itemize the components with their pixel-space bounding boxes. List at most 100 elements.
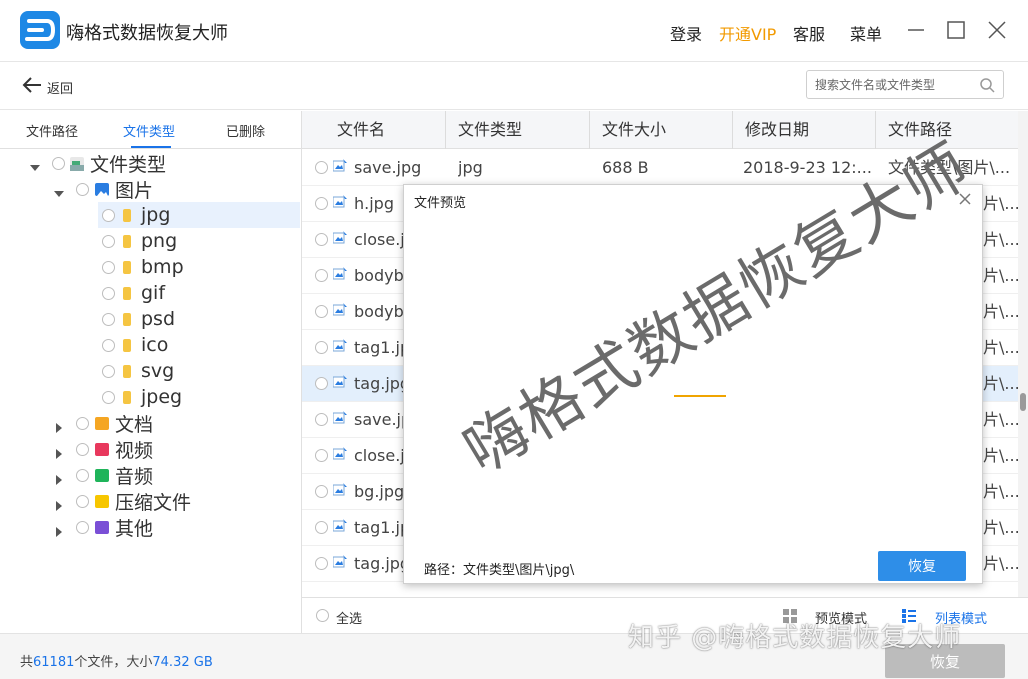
cell-file-path: 片\... <box>983 194 1018 213</box>
row-checkbox[interactable] <box>315 341 328 354</box>
search-input[interactable] <box>815 76 975 94</box>
row-checkbox[interactable] <box>315 557 328 570</box>
tree-checkbox[interactable] <box>76 416 89 430</box>
tree-checkbox[interactable] <box>76 442 89 456</box>
expand-arrow-icon[interactable] <box>54 184 64 197</box>
image-file-icon <box>332 410 347 424</box>
column-header-name[interactable]: 文件名 <box>302 111 446 149</box>
column-header-size[interactable]: 文件大小 <box>590 111 733 149</box>
row-checkbox[interactable] <box>315 233 328 246</box>
image-file-icon <box>332 446 347 460</box>
tree-label-type: jpg <box>141 204 171 226</box>
app-title: 嗨格式数据恢复大师 <box>66 23 228 44</box>
tree-node-svg[interactable]: svg <box>98 358 174 384</box>
tree-checkbox[interactable] <box>76 494 89 508</box>
expand-arrow-icon[interactable] <box>30 158 40 171</box>
scrollbar-thumb[interactable] <box>1020 393 1026 411</box>
total-size: 74.32 GB <box>152 655 213 670</box>
tree-checkbox[interactable] <box>102 364 115 378</box>
image-file-icon <box>332 374 347 388</box>
row-checkbox[interactable] <box>315 413 328 426</box>
dialog-recover-button[interactable]: 恢复 <box>878 551 966 581</box>
collapsed-arrow-icon[interactable] <box>54 418 64 433</box>
tree-node-bmp[interactable]: bmp <box>98 254 184 280</box>
folder-icon <box>123 286 131 300</box>
image-file-icon <box>332 302 347 316</box>
tree-node-psd[interactable]: psd <box>98 306 175 332</box>
tree-node-other[interactable]: 其他 <box>54 514 153 540</box>
tree-checkbox[interactable] <box>76 468 89 482</box>
tree-node-videos[interactable]: 视频 <box>54 436 153 462</box>
tree-checkbox[interactable] <box>102 234 115 248</box>
tree-checkbox[interactable] <box>102 208 115 222</box>
tree-node-png[interactable]: png <box>98 228 177 254</box>
tree-checkbox[interactable] <box>102 390 115 404</box>
row-checkbox[interactable] <box>315 521 328 534</box>
tree-node-ico[interactable]: ico <box>98 332 168 358</box>
select-all-label[interactable]: 全选 <box>336 608 362 627</box>
tab-file-path[interactable]: 文件路径 <box>26 121 78 140</box>
tree-node-jpeg[interactable]: jpeg <box>98 384 182 410</box>
cell-file-type: jpg <box>458 158 483 177</box>
tree-checkbox[interactable] <box>76 520 89 534</box>
tree-label-category: 文档 <box>115 413 154 436</box>
file-preview-dialog: 文件预览 嗨格式数据恢复大师 路径：文件类型\图片\jpg\ 恢复 <box>403 128 983 584</box>
tree-node-documents[interactable]: 文档 <box>54 410 153 436</box>
tree-label-type: ico <box>141 334 169 356</box>
tree-label-type: gif <box>141 282 166 304</box>
tree-node-jpg[interactable]: jpg <box>98 202 300 228</box>
tree-node-root[interactable]: 文件类型 <box>30 150 166 176</box>
collapsed-arrow-icon[interactable] <box>54 496 64 511</box>
folder-icon <box>123 364 131 378</box>
cell-file-path: 片\... <box>983 518 1018 537</box>
back-button[interactable]: 返回 <box>47 78 73 97</box>
tree-node-archives[interactable]: 压缩文件 <box>54 488 191 514</box>
customer-service-link[interactable]: 客服 <box>793 21 825 45</box>
row-checkbox[interactable] <box>315 449 328 462</box>
cell-file-size: 688 B <box>602 158 649 177</box>
cell-file-path: 片\... <box>983 230 1018 249</box>
tree-checkbox[interactable] <box>102 312 115 326</box>
row-checkbox[interactable] <box>315 377 328 390</box>
maximize-icon[interactable] <box>946 20 966 40</box>
preview-path: 路径：文件类型\图片\jpg\ <box>424 563 575 578</box>
tree-checkbox[interactable] <box>102 286 115 300</box>
row-checkbox[interactable] <box>315 485 328 498</box>
tab-deleted[interactable]: 已删除 <box>226 121 265 140</box>
row-checkbox[interactable] <box>315 161 328 174</box>
minimize-icon[interactable] <box>906 20 926 40</box>
collapsed-arrow-icon[interactable] <box>54 444 64 459</box>
tree-node-audio[interactable]: 音频 <box>54 462 153 488</box>
tree-node-images[interactable]: 图片 <box>54 176 153 202</box>
column-header-date[interactable]: 修改日期 <box>733 111 876 149</box>
drive-icon <box>70 156 84 171</box>
vertical-scrollbar[interactable] <box>1018 111 1028 597</box>
menu-link[interactable]: 菜单 <box>850 21 882 45</box>
collapsed-arrow-icon[interactable] <box>54 470 64 485</box>
vip-link[interactable]: 开通VIP <box>719 21 776 45</box>
row-checkbox[interactable] <box>315 305 328 318</box>
close-icon[interactable] <box>987 20 1007 40</box>
tree-checkbox[interactable] <box>102 338 115 352</box>
column-header-type[interactable]: 文件类型 <box>446 111 590 149</box>
search-icon[interactable] <box>979 77 995 93</box>
tree-node-gif[interactable]: gif <box>98 280 165 306</box>
row-checkbox[interactable] <box>315 269 328 282</box>
tree-label-category: 音频 <box>115 465 154 488</box>
collapsed-arrow-icon[interactable] <box>54 522 64 537</box>
row-checkbox[interactable] <box>315 197 328 210</box>
tree-checkbox[interactable] <box>76 182 89 196</box>
back-arrow-icon[interactable] <box>22 76 42 94</box>
tab-file-type[interactable]: 文件类型 <box>123 121 175 140</box>
tree-checkbox[interactable] <box>102 260 115 274</box>
select-all-checkbox[interactable] <box>316 609 329 622</box>
tree-label-images: 图片 <box>115 179 154 202</box>
image-file-icon <box>332 266 347 280</box>
preview-image <box>674 395 726 397</box>
image-file-icon <box>332 230 347 244</box>
file-summary: 共61181个文件，大小74.32 GB <box>20 651 213 670</box>
tree-label-type: psd <box>141 308 176 330</box>
tree-checkbox[interactable] <box>52 156 65 170</box>
login-link[interactable]: 登录 <box>670 21 702 45</box>
image-file-icon <box>332 338 347 352</box>
